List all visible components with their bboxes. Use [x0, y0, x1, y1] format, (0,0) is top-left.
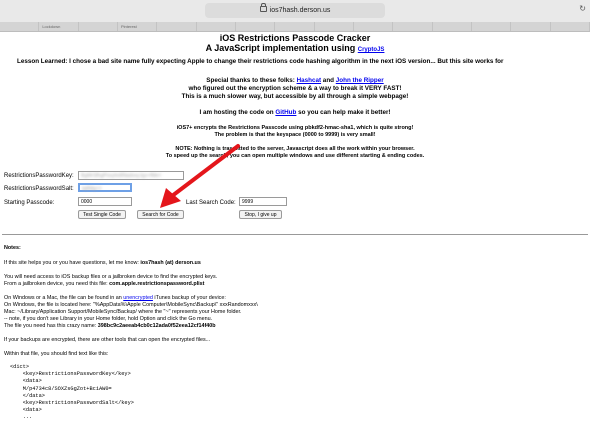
win-line-1: On Windows or a Mac, the file can be fou… — [4, 295, 226, 301]
win-line-2: On Windows, the file is located here: "%… — [4, 302, 258, 308]
win-text: On Windows or a Mac, the file can be fou… — [4, 295, 124, 301]
notes-heading: Notes: — [4, 245, 21, 251]
within-line: Within that file, you should find text l… — [4, 351, 109, 357]
plist-filename: com.apple.restrictionspassword.plist — [109, 281, 205, 287]
help-text: If this site helps you or you have quest… — [4, 260, 141, 266]
help-line: If this site helps you or you have quest… — [4, 260, 201, 266]
unencrypted-link[interactable]: unencrypted — [123, 295, 153, 301]
backup-filename: 398bc9c2aeeab4cb0c12ada0f52eea12cf14f40b — [97, 323, 216, 329]
plist-code-sample: <dict> <key>RestrictionsPasswordKey</key… — [10, 364, 134, 421]
win-suffix: iTunes backup of your device: — [152, 295, 226, 301]
win5-text: The file you need has this crazy name: — [4, 323, 98, 329]
need-line-1: You will need access to iOS backup files… — [4, 274, 218, 280]
win-line-3: Mac: ~/Library/Application Support/Mobil… — [4, 309, 242, 315]
arrow-shaft — [170, 144, 240, 198]
need-text: From a jailbroken device, you need this … — [4, 281, 110, 287]
need-line-2: From a jailbroken device, you need this … — [4, 281, 204, 287]
section-divider — [2, 234, 588, 235]
encrypted-line: If your backups are encrypted, there are… — [4, 337, 211, 343]
win-line-4: -- note, if you don't see Library in you… — [4, 316, 213, 322]
win-line-5: The file you need has this crazy name: 3… — [4, 323, 216, 329]
help-email: ios7hash (at) derson.us — [140, 260, 201, 266]
